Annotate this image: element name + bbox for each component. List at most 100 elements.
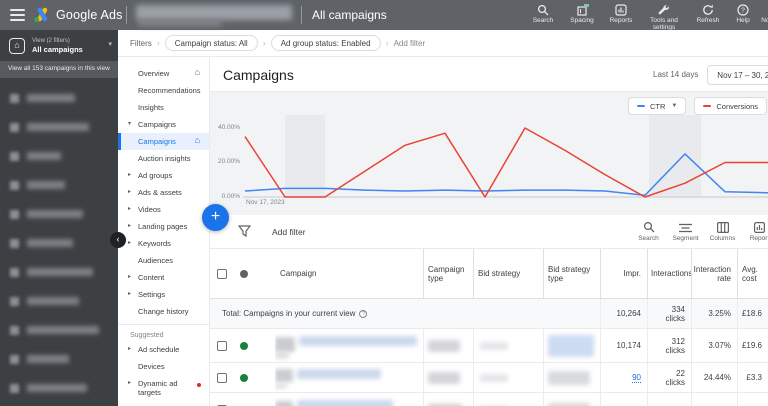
row-select-cell [210, 363, 275, 392]
campaign-list-item-redacted[interactable] [0, 287, 118, 316]
topbar-tools-and-settings-button[interactable]: Tools and settings [640, 1, 688, 31]
refresh-icon [702, 3, 714, 16]
campaign-list-item-redacted[interactable] [0, 345, 118, 374]
nav-item-label: Campaigns [138, 120, 176, 129]
help-icon: ? [737, 3, 749, 16]
sidebar-item-dynamic-ad-targets[interactable]: ▸ Dynamic ad targets [118, 375, 209, 401]
sidebar-item-videos[interactable]: ▸ Videos [118, 201, 209, 218]
topbar-action-label: Help [736, 17, 750, 24]
campaign-list-item-redacted[interactable] [0, 200, 118, 229]
new-campaign-button[interactable]: + [202, 204, 229, 231]
table-action-report[interactable]: Report [741, 218, 768, 242]
view-all-campaigns-banner[interactable]: View all 153 campaigns in this view [0, 61, 118, 78]
chevron-right-icon: › [262, 38, 266, 48]
nav-item-label: Overview [138, 69, 170, 78]
bid-strategy-cell [473, 363, 543, 392]
status-filter-icon[interactable] [240, 269, 248, 278]
topbar-help-button[interactable]: ? Help [728, 1, 758, 31]
campaign-list-item-redacted[interactable] [0, 171, 118, 200]
columns-icon [716, 218, 729, 233]
date-range-picker[interactable]: Nov 17 – 30, 2023 [707, 65, 768, 85]
nav-item-label: Videos [138, 205, 161, 214]
chevron-right-icon: ▸ [128, 206, 132, 212]
nav-item-label: Ads & assets [138, 188, 182, 197]
account-name-redacted[interactable] [136, 5, 292, 20]
row-checkbox[interactable] [217, 340, 227, 351]
sidebar-item-devices[interactable]: Devices [118, 358, 209, 375]
sidebar-item-campaigns-selected[interactable]: Campaigns ⌂ [118, 133, 209, 150]
filter-chip-campaign-status[interactable]: Campaign status: All [164, 35, 258, 51]
top-app-bar: Google Ads All campaigns Search Spacing Re… [0, 0, 768, 31]
campaign-list-item-redacted[interactable] [0, 374, 118, 403]
campaign-name-cell[interactable] [275, 329, 423, 362]
campaign-list-item-redacted[interactable] [0, 229, 118, 258]
column-header-interactions[interactable]: Interactions [647, 249, 691, 298]
cell-value[interactable]: 90 [632, 373, 641, 383]
view-filter-count: View (2 filters) [32, 37, 70, 44]
sidebar-item-campaigns[interactable]: ▾ Campaigns [118, 116, 209, 133]
filter-chip-ad-group-status[interactable]: Ad group status: Enabled [270, 35, 381, 51]
campaign-list-item-redacted[interactable] [0, 142, 118, 171]
table-action-segment[interactable]: Segment [667, 218, 704, 242]
select-all-checkbox[interactable] [217, 268, 227, 279]
table-action-columns[interactable]: Columns [704, 218, 741, 242]
view-selector[interactable]: ⌂ View (2 filters) All campaigns ▾ [0, 30, 118, 61]
status-icon-redacted [10, 354, 19, 364]
sidebar-item-insights[interactable]: Insights [118, 99, 209, 116]
sidebar-item-landing-pages[interactable]: ▸ Landing pages [118, 218, 209, 235]
interaction-rate-value: 3.07% [691, 329, 737, 362]
column-header-bid-strategy-type[interactable]: Bid strategy type [543, 249, 600, 298]
sidebar-item-overview[interactable]: Overview ⌂ [118, 65, 209, 82]
sidebar-item-keywords[interactable]: ▸ Keywords [118, 235, 209, 252]
sidebar-item-content[interactable]: ▸ Content [118, 269, 209, 286]
column-header-label: Campaign type [428, 264, 465, 283]
table-action-search[interactable]: Search [630, 218, 667, 242]
column-header-bid-strategy[interactable]: Bid strategy [473, 249, 543, 298]
impressions-value: 10,174 [600, 329, 647, 362]
sidebar-item-change-history[interactable]: Change history [118, 303, 209, 320]
column-header-campaign-type[interactable]: Campaign type [423, 249, 473, 298]
table-add-filter[interactable]: Add filter [272, 227, 306, 237]
column-header-impr-[interactable]: Impr. [600, 249, 647, 298]
info-icon[interactable]: ? [359, 309, 368, 318]
section-nav: Overview ⌂ Recommendations Insights ▾ Campaig… [118, 57, 210, 406]
sidebar-item-recommendations[interactable]: Recommendations [118, 82, 209, 99]
sidebar-item-auction-insights[interactable]: Auction insights [118, 150, 209, 167]
add-filter-link[interactable]: Add filter [394, 39, 426, 48]
filter-funnel-icon[interactable] [237, 225, 252, 243]
campaign-name-cell[interactable] [275, 363, 423, 392]
topbar-refresh-button[interactable]: Refresh [688, 1, 728, 31]
campaign-name-redacted [275, 353, 289, 358]
search-icon [537, 3, 549, 16]
status-icon-redacted [10, 93, 19, 103]
series-color-dash-icon [703, 105, 712, 107]
sidebar-item-audiences[interactable]: Audiences [118, 252, 209, 269]
row-checkbox[interactable] [217, 372, 227, 383]
sidebar-item-ad-groups[interactable]: ▸ Ad groups [118, 167, 209, 184]
sidebar-item-ad-schedule[interactable]: ▸ Ad schedule [118, 341, 209, 358]
metric-toggle-label: Conversions [716, 101, 759, 111]
menu-icon[interactable] [10, 9, 25, 21]
campaign-list-item-redacted[interactable] [0, 113, 118, 142]
topbar-spacing-button[interactable]: Spacing [562, 1, 602, 31]
status-icon-redacted [10, 238, 19, 248]
topbar-notifications-button[interactable]: Notifications [758, 1, 768, 31]
collapse-nav-icon[interactable]: ‹ [110, 232, 126, 248]
new-feature-dot-icon [197, 383, 201, 387]
cell-value: £19.6 [741, 341, 762, 350]
chevron-down-icon: ▼ [671, 103, 678, 109]
campaign-name-cell[interactable] [275, 393, 423, 406]
campaign-list-item-redacted[interactable] [0, 316, 118, 345]
column-header-campaign[interactable]: Campaign [275, 249, 423, 298]
campaign-list-item-redacted[interactable] [0, 84, 118, 113]
sidebar-item-settings[interactable]: ▸ Settings [118, 286, 209, 303]
column-header-interaction-rate[interactable]: Interaction rate [691, 249, 737, 298]
column-header-avg-cost[interactable]: Avg. cost [737, 249, 768, 298]
chevron-right-icon: ▸ [128, 189, 132, 195]
campaign-list-item-redacted[interactable] [0, 258, 118, 287]
status-icon-redacted [10, 267, 19, 277]
topbar-reports-button[interactable]: Reports [602, 1, 640, 31]
topbar-search-button[interactable]: Search [524, 1, 562, 31]
sidebar-item-ads-assets[interactable]: ▸ Ads & assets [118, 184, 209, 201]
total-value: £18.6 [741, 309, 762, 318]
